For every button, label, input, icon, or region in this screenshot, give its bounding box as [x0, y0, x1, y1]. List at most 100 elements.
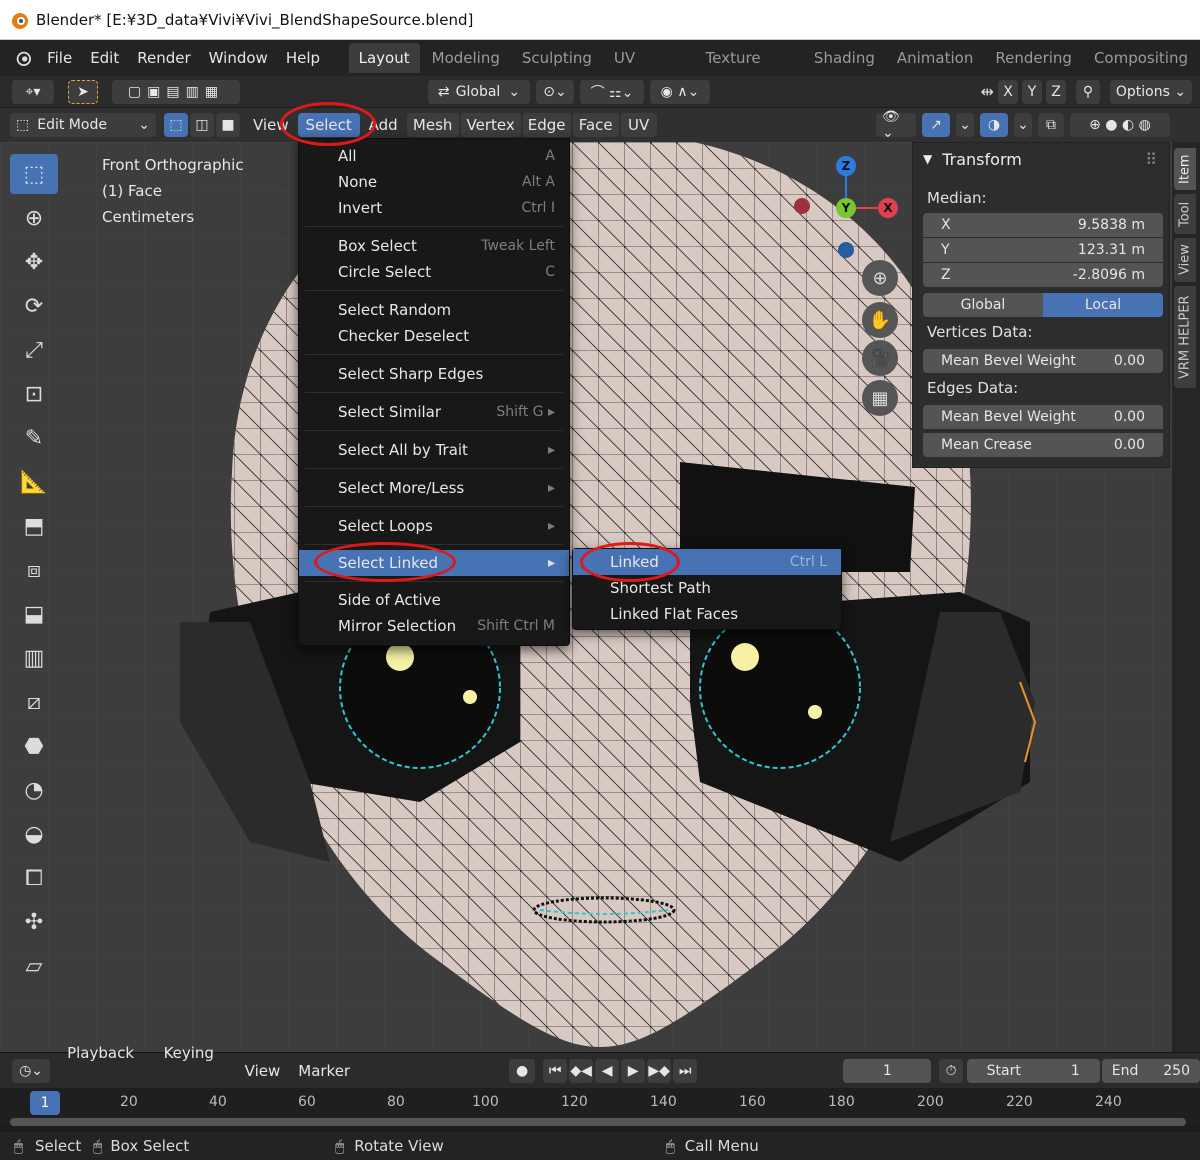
tab-tool[interactable]: Tool [1174, 194, 1196, 234]
navigation-gizmo[interactable]: Z Y X [790, 150, 900, 260]
jump-start-icon[interactable]: ⏮ [543, 1058, 568, 1083]
menu-item-select-random[interactable]: Select Random [299, 297, 569, 323]
prev-keyframe-icon[interactable]: ◆◀ [569, 1058, 594, 1083]
menu-item-circle-select[interactable]: Circle Select C [299, 259, 569, 285]
next-keyframe-icon[interactable]: ▶◆ [647, 1058, 672, 1083]
tab-layout[interactable]: Layout [348, 43, 420, 73]
mode-select[interactable]: ⬚ Edit Mode ⌄ [10, 113, 156, 137]
edge-select-mode-icon[interactable]: ◫ [190, 113, 214, 137]
menu-item-select-sharp-edges[interactable]: Select Sharp Edges [299, 361, 569, 387]
current-frame-field[interactable]: 1 [843, 1058, 932, 1083]
selection-mode-icons[interactable]: ▢▣▤▥▦ [112, 79, 240, 104]
edge-slide-tool-icon[interactable]: ⧠ [10, 858, 58, 898]
blender-menu-icon[interactable] [6, 47, 38, 69]
scale-tool-icon[interactable]: ⤢ [10, 330, 58, 370]
visibility-eye-icon[interactable]: 👁⌄ [876, 109, 916, 141]
tab-uv-editing[interactable]: UV Editing [604, 43, 694, 97]
bevel-tool-icon[interactable]: ⬓ [10, 594, 58, 634]
move-tool-icon[interactable]: ✥ [10, 242, 58, 282]
end-frame-field[interactable]: End 250 [1101, 1058, 1200, 1083]
proportional-edit-button[interactable]: ◉ ∧⌄ [650, 79, 710, 104]
smooth-tool-icon[interactable]: ◒ [10, 814, 58, 854]
jump-end-icon[interactable]: ⏭ [673, 1058, 698, 1083]
play-icon[interactable]: ▶ [621, 1058, 646, 1083]
mirror-icon[interactable]: ⇹ [981, 82, 994, 101]
gizmo-x-axis[interactable]: X [878, 198, 898, 218]
overlay-dropdown[interactable]: ⌄ [1014, 113, 1032, 137]
menu-file[interactable]: File [38, 40, 81, 76]
xray-toggle-icon[interactable]: ⧉ [1038, 113, 1064, 137]
menu-edge[interactable]: Edge [522, 113, 571, 137]
timeline-editor-type-button[interactable]: ◷⌄ [12, 1058, 51, 1083]
options-dropdown[interactable]: Options ⌄ [1110, 79, 1192, 104]
axis-z-toggle[interactable]: Z [1046, 79, 1066, 104]
pivot-point-button[interactable]: ⊙⌄ [536, 79, 574, 104]
marker-menu[interactable]: Marker [289, 1053, 359, 1089]
shrink-fatten-tool-icon[interactable]: ✣ [10, 902, 58, 942]
menu-window[interactable]: Window [200, 40, 277, 76]
start-frame-field[interactable]: Start 1 [966, 1058, 1100, 1083]
mean-crease-field[interactable]: Mean Crease 0.00 [923, 433, 1163, 457]
median-x-field[interactable]: X 9.5838 m [923, 213, 1163, 237]
editor-type-button[interactable]: ⌖▾ [12, 79, 54, 104]
ortho-grid-icon[interactable]: ▦ [862, 380, 898, 416]
knife-tool-icon[interactable]: ⧄ [10, 682, 58, 722]
extrude-tool-icon[interactable]: ⬒ [10, 506, 58, 546]
rotate-tool-icon[interactable]: ⟳ [10, 286, 58, 326]
menu-item-side-of-active[interactable]: Side of Active [299, 587, 569, 613]
playhead-frame[interactable]: 1 [30, 1091, 60, 1115]
tab-vrm-helper[interactable]: VRM HELPER [1174, 286, 1196, 388]
timeline-scrollbar[interactable] [10, 1118, 1186, 1126]
snap-button[interactable]: ⌒ ⚏⌄ [580, 79, 644, 104]
face-select-mode-icon[interactable]: ■ [216, 113, 240, 137]
menu-item-linked-flat-faces[interactable]: Linked Flat Faces [573, 601, 843, 627]
drag-handle-icon[interactable]: ⠿ [1145, 150, 1157, 169]
transform-tool-icon[interactable]: ⊡ [10, 374, 58, 414]
menu-item-checker-deselect[interactable]: Checker Deselect [299, 323, 569, 349]
tab-animation[interactable]: Animation [887, 43, 983, 73]
tab-item[interactable]: Item [1174, 148, 1196, 190]
menu-help[interactable]: Help [277, 40, 329, 76]
median-y-field[interactable]: Y 123.31 m [923, 238, 1163, 262]
menu-item-all[interactable]: All A [299, 143, 569, 169]
menu-item-invert[interactable]: Invert Ctrl I [299, 195, 569, 221]
edge-mean-bevel-weight-field[interactable]: Mean Bevel Weight 0.00 [923, 405, 1163, 429]
poly-build-tool-icon[interactable]: ⬣ [10, 726, 58, 766]
gizmo-neg-z-axis[interactable] [838, 242, 854, 258]
loop-cut-tool-icon[interactable]: ▥ [10, 638, 58, 678]
measure-tool-icon[interactable]: 📐 [10, 462, 58, 502]
gizmo-toggle-icon[interactable]: ↗ [922, 113, 950, 137]
timeline-view-menu[interactable]: View [236, 1053, 290, 1089]
auto-merge-icon[interactable]: ⚲ [1076, 79, 1100, 104]
pan-hand-icon[interactable]: ✋ [862, 302, 898, 338]
axis-y-toggle[interactable]: Y [1022, 79, 1042, 104]
gizmo-z-axis[interactable]: Z [836, 156, 856, 176]
select-box-tool-icon[interactable]: ⬚ [10, 154, 58, 194]
shading-modes[interactable]: ⊕ ● ◐ ◍ [1070, 113, 1170, 137]
tab-texture-paint[interactable]: Texture Paint [696, 43, 802, 97]
frame-ruler[interactable]: 1 20 40 60 80 100 120 140 160 180 200 22… [0, 1088, 1200, 1126]
gizmo-neg-x-axis[interactable] [794, 198, 810, 214]
gizmo-dropdown[interactable]: ⌄ [956, 113, 974, 137]
tab-modeling[interactable]: Modeling [422, 43, 510, 73]
overlay-toggle-icon[interactable]: ◑ [980, 113, 1008, 137]
local-toggle[interactable]: Local [1043, 293, 1163, 317]
menu-face[interactable]: Face [572, 113, 619, 137]
menu-item-select-loops[interactable]: Select Loops ▸ [299, 513, 569, 539]
menu-item-select-all-by-trait[interactable]: Select All by Trait ▸ [299, 437, 569, 463]
vertex-select-mode-icon[interactable]: ⬚ [164, 113, 188, 137]
median-z-field[interactable]: Z -2.8096 m [923, 263, 1163, 287]
stopwatch-icon[interactable]: ⏱ [939, 1058, 963, 1083]
select-tool-icon[interactable]: ➤ [68, 79, 98, 104]
camera-view-icon[interactable]: 🎥 [862, 340, 898, 376]
zoom-icon[interactable]: ⊕ [862, 260, 898, 296]
play-reverse-icon[interactable]: ◀ [595, 1058, 620, 1083]
menu-render[interactable]: Render [128, 40, 199, 76]
axis-x-toggle[interactable]: X [998, 79, 1018, 104]
gizmo-y-axis[interactable]: Y [836, 198, 856, 218]
shear-tool-icon[interactable]: ▱ [10, 946, 58, 986]
annotate-tool-icon[interactable]: ✎ [10, 418, 58, 458]
menu-item-box-select[interactable]: Box Select Tweak Left [299, 233, 569, 259]
menu-edit[interactable]: Edit [81, 40, 128, 76]
menu-item-select-more-less[interactable]: Select More/Less ▸ [299, 475, 569, 501]
